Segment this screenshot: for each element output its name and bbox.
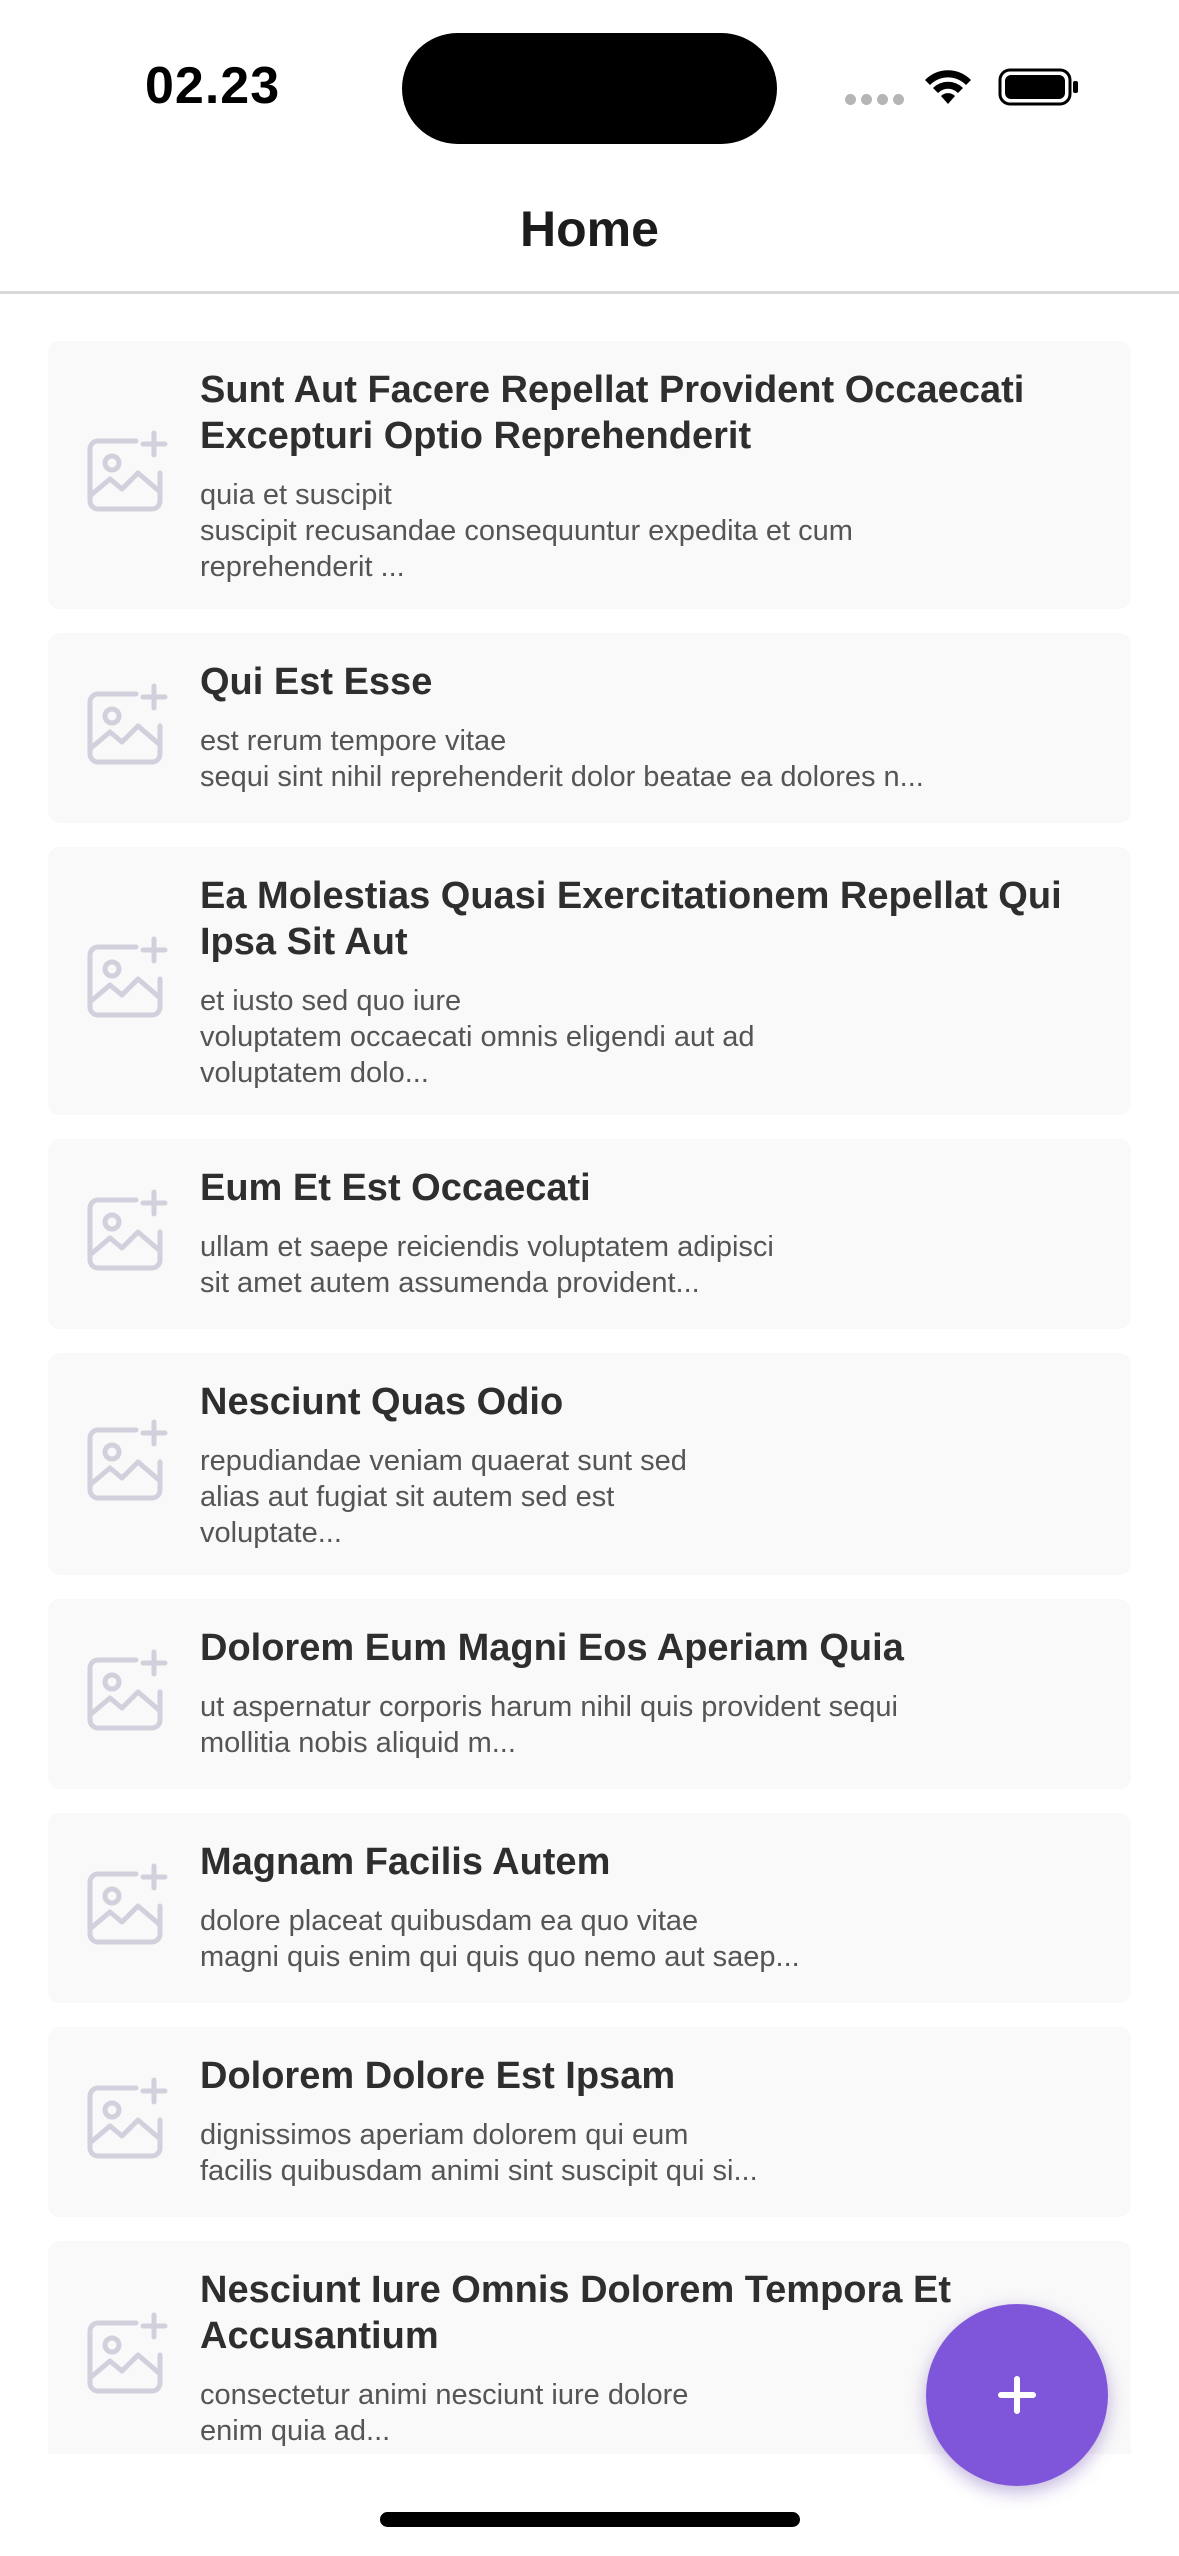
post-card[interactable]: Dolorem Dolore Est Ipsam dignissimos ape…	[48, 2027, 1131, 2217]
post-excerpt: dolore placeat quibusdam ea quo vitae ma…	[200, 1905, 800, 1973]
image-placeholder-icon	[87, 430, 168, 512]
wifi-icon	[925, 70, 971, 104]
post-card[interactable]: Nesciunt Quas Odio repudiandae veniam qu…	[48, 1353, 1131, 1575]
post-excerpt: ullam et saepe reiciendis voluptatem adi…	[200, 1231, 774, 1299]
post-title: Dolorem Dolore Est Ipsam	[200, 2055, 676, 2097]
image-placeholder-icon	[87, 2312, 168, 2394]
post-excerpt: ut aspernatur corporis harum nihil quis …	[200, 1691, 898, 1759]
navigation-header: Home	[0, 160, 1179, 294]
post-title: Ea Molestias Quasi Exercitationem Repell…	[200, 875, 1062, 963]
plus-icon	[998, 2376, 1036, 2414]
status-time: 02.23	[145, 57, 281, 115]
image-placeholder-icon	[87, 2077, 168, 2159]
add-post-button[interactable]	[926, 2304, 1108, 2486]
post-list-scroll-area[interactable]: Sunt Aut Facere Repellat Provident Occae…	[0, 297, 1179, 2454]
status-bar: 02.23	[0, 0, 1179, 160]
post-excerpt: est rerum tempore vitae sequi sint nihil…	[200, 725, 924, 793]
post-card[interactable]: Qui Est Esse est rerum tempore vitae seq…	[48, 633, 1131, 823]
battery-icon	[998, 68, 1078, 106]
post-excerpt: repudiandae veniam quaerat sunt sed alia…	[200, 1445, 687, 1549]
home-screen: 02.23 Home Sunt Aut Facere Repellat Prov…	[0, 0, 1179, 2556]
post-excerpt: et iusto sed quo iure voluptatem occaeca…	[200, 985, 755, 1089]
image-placeholder-icon	[87, 1419, 168, 1501]
image-placeholder-icon	[87, 1189, 168, 1271]
post-card[interactable]: Eum Et Est Occaecati ullam et saepe reic…	[48, 1139, 1131, 1329]
post-card[interactable]: Ea Molestias Quasi Exercitationem Repell…	[48, 847, 1131, 1115]
post-excerpt: quia et suscipit suscipit recusandae con…	[200, 479, 853, 583]
post-list: Sunt Aut Facere Repellat Provident Occae…	[48, 341, 1131, 2454]
post-title: Magnam Facilis Autem	[200, 1841, 611, 1883]
post-card[interactable]: Dolorem Eum Magni Eos Aperiam Quia ut as…	[48, 1599, 1131, 1789]
post-title: Dolorem Eum Magni Eos Aperiam Quia	[200, 1627, 904, 1669]
post-title: Sunt Aut Facere Repellat Provident Occae…	[200, 369, 1025, 457]
post-title: Eum Et Est Occaecati	[200, 1167, 591, 1209]
dynamic-island	[402, 33, 777, 144]
image-placeholder-icon	[87, 936, 168, 1018]
post-title: Nesciunt Quas Odio	[200, 1381, 564, 1423]
post-card[interactable]: Sunt Aut Facere Repellat Provident Occae…	[48, 341, 1131, 609]
home-indicator[interactable]	[380, 2512, 800, 2527]
post-excerpt: dignissimos aperiam dolorem qui eum faci…	[200, 2119, 758, 2187]
image-placeholder-icon	[87, 683, 168, 765]
image-placeholder-icon	[87, 1863, 168, 1945]
cellular-signal-icon	[845, 94, 905, 106]
post-title: Qui Est Esse	[200, 661, 433, 703]
page-title: Home	[520, 201, 659, 257]
image-placeholder-icon	[87, 1649, 168, 1731]
post-card[interactable]: Magnam Facilis Autem dolore placeat quib…	[48, 1813, 1131, 2003]
